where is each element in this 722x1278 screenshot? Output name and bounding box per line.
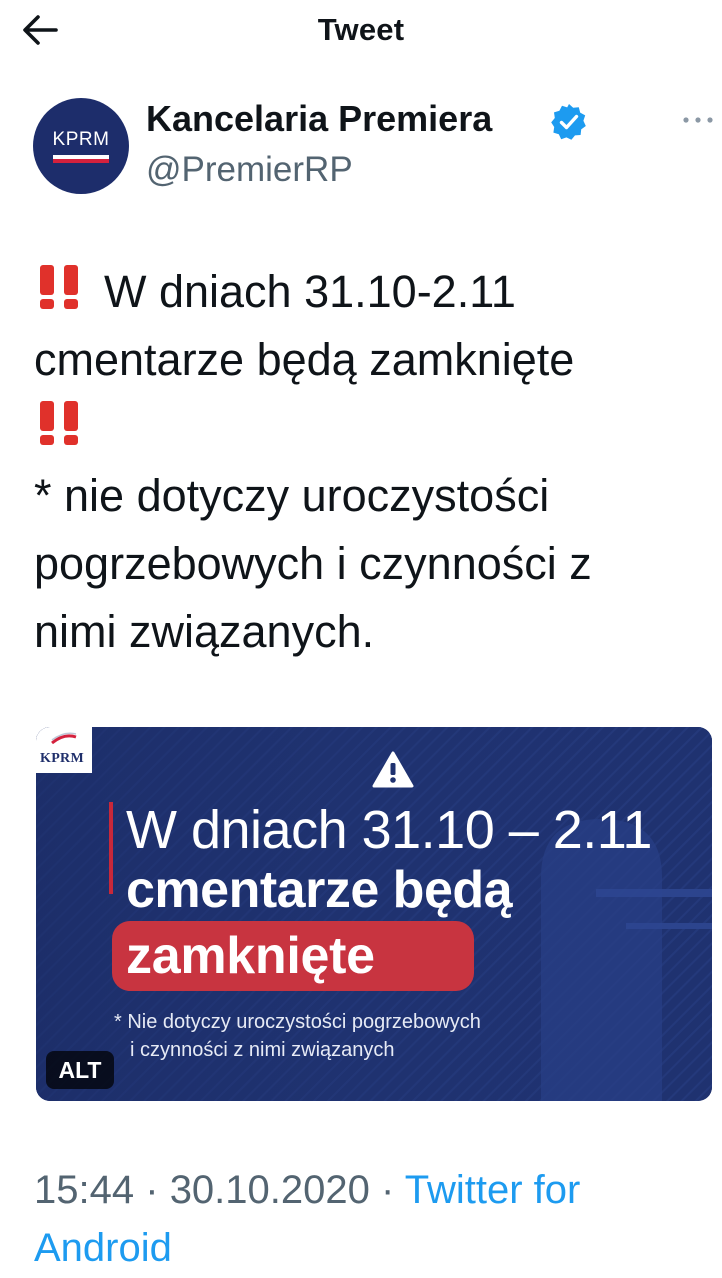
tweet-line <box>34 394 702 462</box>
verified-badge-icon <box>551 104 586 140</box>
double-exclamation-icon <box>40 401 78 445</box>
tweet-text: W dniach 31.10-2.11 cmentarze będą zamkn… <box>34 258 702 666</box>
meta-separator: · <box>145 1168 159 1212</box>
tweet-meta: 15:44 · 30.10.2020 · Twitter for <box>34 1160 580 1220</box>
tweet-date: 30.10.2020 <box>169 1168 370 1212</box>
media-headline-3: zamknięte <box>126 927 375 985</box>
author-name[interactable]: Kancelaria Premiera <box>146 98 492 140</box>
author-handle[interactable]: @PremierRP <box>146 150 353 190</box>
tweet-line: W dniach 31.10-2.11 <box>34 258 702 326</box>
tweet-line-4: * nie dotyczy uroczystości <box>34 470 550 521</box>
tweet-line-2: cmentarze będą zamknięte <box>34 334 575 385</box>
alt-text-badge[interactable]: ALT <box>46 1051 114 1089</box>
tweet-line-6: nimi związanych. <box>34 606 375 657</box>
top-bar: Tweet <box>0 0 722 62</box>
avatar[interactable]: KPRM <box>33 98 129 194</box>
warning-triangle-icon <box>372 751 414 788</box>
tweet-source-link[interactable]: Twitter for <box>405 1168 581 1212</box>
tweet-time: 15:44 <box>34 1168 135 1212</box>
more-horizontal-icon <box>683 117 713 123</box>
avatar-flag-red <box>53 159 109 163</box>
media-accent-bar <box>109 802 113 894</box>
double-exclamation-icon <box>40 265 78 309</box>
tweet-line-5: pogrzebowych i czynności z <box>34 538 592 589</box>
page-title: Tweet <box>317 12 405 47</box>
media-note-2: i czynności z nimi związanych <box>130 1039 395 1061</box>
media-logo: KPRM <box>36 727 92 773</box>
tweet-media-image[interactable]: KPRM W dniach 31.10 – 2.11 cmentarze będ… <box>36 727 712 1101</box>
more-options-button[interactable] <box>680 104 716 136</box>
flag-ribbon-icon <box>51 732 77 745</box>
media-headline-1: W dniach 31.10 – 2.11 <box>126 800 652 860</box>
media-note-1: * Nie dotyczy uroczystości pogrzebowych <box>114 1011 481 1033</box>
tweet-source-link-continued[interactable]: Android <box>34 1218 172 1278</box>
meta-separator: · <box>381 1168 395 1212</box>
media-headline-2: cmentarze będą <box>126 861 513 919</box>
tweet-line-1: W dniach 31.10-2.11 <box>104 266 516 317</box>
avatar-label: KPRM <box>52 129 110 150</box>
